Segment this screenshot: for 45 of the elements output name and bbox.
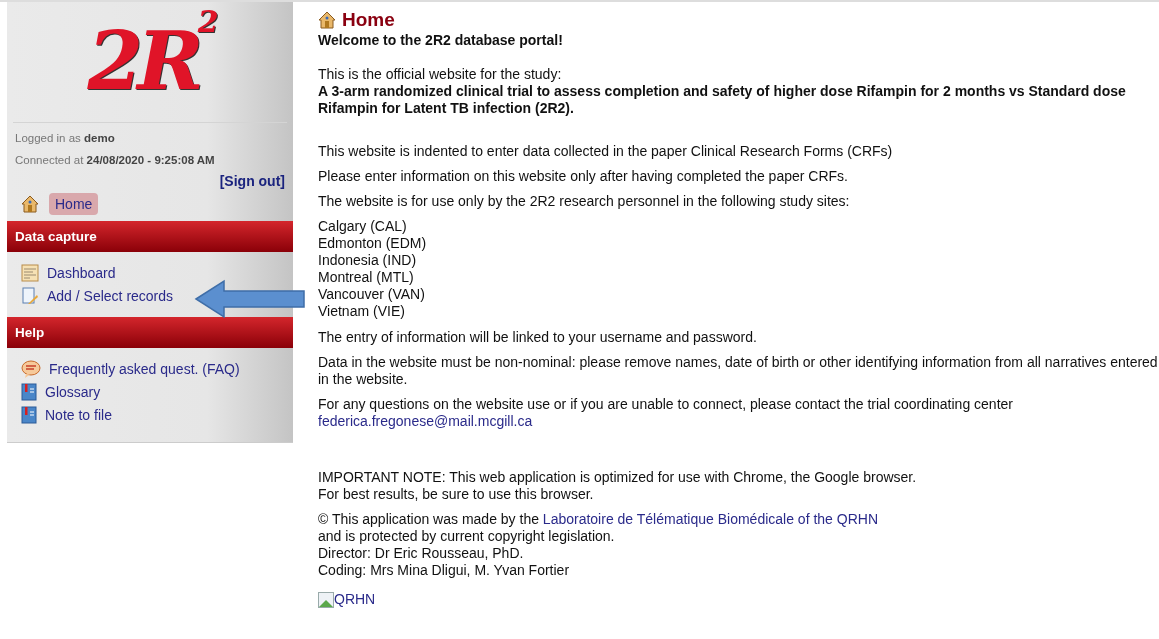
section-header: Data capture bbox=[7, 221, 293, 252]
section-header: Help bbox=[7, 317, 293, 348]
sidebar-nav-item[interactable]: Note to file bbox=[45, 406, 112, 424]
note-text: IMPORTANT NOTE: This web application is optimized for use with Chrome, the Google browser. bbox=[318, 469, 918, 486]
study-title-text: A 3-arm randomized clinical trial to assess completion and safety of higher dose Rifampin for 2 months vs Standard dose Rifampin for Latent TB infection (2R2). bbox=[318, 83, 1127, 117]
contact-text: For any questions on the website use or if you are unable to connect, please contact the trial coordinating center bbox=[318, 396, 1014, 413]
book-icon bbox=[21, 406, 37, 424]
house-icon bbox=[318, 11, 336, 29]
study-site-text: Indonesia (IND) bbox=[318, 252, 418, 269]
house-icon bbox=[21, 195, 39, 213]
credit-text: and is protected by current copyright legislation. bbox=[318, 528, 616, 545]
info-paragraph: The entry of information will be linked to your username and password. bbox=[318, 329, 758, 346]
faq-bubble-icon bbox=[21, 360, 41, 378]
credit-text: © This application was made by the bbox=[318, 511, 539, 527]
info-paragraph: This website is indented to enter data collected in the paper Clinical Research Forms (CRFs) bbox=[318, 143, 894, 160]
page-title: Home bbox=[342, 8, 395, 32]
connected-text: Connected at 24/08/2020 - 9:25:08 AM bbox=[15, 153, 216, 168]
study-site-text: Edmonton (EDM) bbox=[318, 235, 428, 252]
note-text: For best results, be sure to use this browser. bbox=[318, 486, 595, 503]
lab-link[interactable]: Laboratoire de Télématique Biomédicale of the QRHN bbox=[542, 511, 878, 527]
sign-out-link[interactable]: [Sign out] bbox=[219, 173, 285, 189]
logo: 2R$^{2}$ bbox=[13, 2, 287, 123]
study-site-text: Montreal (MTL) bbox=[318, 269, 415, 286]
document-pencil-icon bbox=[21, 287, 39, 305]
credit-text: Coding: Mrs Mina Dligui, M. Yvan Fortier bbox=[318, 562, 571, 579]
info-paragraph: Data in the website must be non-nominal: please remove names, date of birth or other identifying information from all narratives entered in the website. bbox=[318, 354, 1159, 388]
info-paragraph: The website is for use only by the 2R2 research personnel in the following study sites: bbox=[318, 193, 851, 210]
study-intro-text: This is the official website for the study: bbox=[318, 66, 563, 83]
image-alt-text: QRHN bbox=[334, 591, 376, 608]
dashboard-icon bbox=[21, 264, 39, 282]
home-nav-item[interactable]: Home bbox=[49, 193, 99, 215]
sidebar-nav-item[interactable]: Glossary bbox=[45, 383, 101, 401]
welcome-text: Welcome to the 2R2 database portal! bbox=[318, 32, 564, 49]
broken-image-icon bbox=[318, 591, 334, 608]
book-icon bbox=[21, 383, 37, 401]
logged-in-text: Logged in as demo bbox=[15, 131, 116, 146]
credit-text: Director: Dr Eric Rousseau, PhD. bbox=[318, 545, 525, 562]
sidebar-nav-item[interactable]: Dashboard bbox=[47, 264, 116, 282]
study-site-text: Vietnam (VIE) bbox=[318, 303, 406, 320]
sidebar-nav-item[interactable]: Frequently asked quest. (FAQ) bbox=[49, 360, 240, 378]
email-link[interactable]: federica.fregonese@mail.mcgill.ca bbox=[318, 413, 533, 429]
study-site-text: Calgary (CAL) bbox=[318, 218, 408, 235]
info-paragraph: Please enter information on this website only after having completed the paper CRFs. bbox=[318, 168, 849, 185]
study-site-text: Vancouver (VAN) bbox=[318, 286, 426, 303]
sidebar-nav-item[interactable]: Add / Select records bbox=[47, 287, 174, 305]
